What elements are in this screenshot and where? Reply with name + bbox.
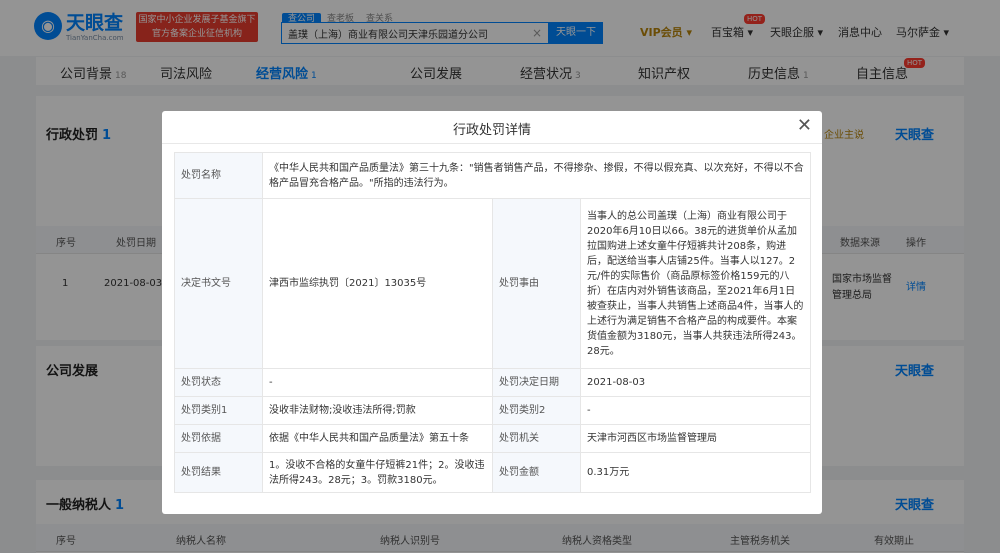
type2-value: - xyxy=(579,396,812,425)
type2-label: 处罚类别2 xyxy=(492,396,581,425)
penalty-name-value: 《中华人民共和国产品质量法》第三十九条："销售者销售产品，不得掺杂、掺假，不得以… xyxy=(261,152,812,199)
close-icon[interactable]: ✕ xyxy=(797,117,812,135)
authority-label: 处罚机关 xyxy=(492,424,581,453)
reason-value: 当事人的总公司盖璞（上海）商业有限公司于2020年6月10日以66。38元的进货… xyxy=(579,198,812,369)
decision-date-value: 2021-08-03 xyxy=(579,368,812,397)
doc-no-value: 津西市监综执罚〔2021〕13035号 xyxy=(262,198,493,369)
table-row: 处罚名称 《中华人民共和国产品质量法》第三十九条："销售者销售产品，不得掺杂、掺… xyxy=(174,152,812,199)
amount-value: 0.31万元 xyxy=(579,452,812,493)
decision-date-label: 处罚决定日期 xyxy=(492,368,581,397)
basis-value: 依据《中华人民共和国产品质量法》第五十条 xyxy=(262,424,493,453)
reason-label: 处罚事由 xyxy=(492,198,581,369)
modal-divider xyxy=(162,143,822,144)
modal-title: 行政处罚详情 xyxy=(452,123,531,138)
table-row: 处罚状态 - 处罚决定日期 2021-08-03 xyxy=(174,368,812,397)
result-label: 处罚结果 xyxy=(174,452,263,493)
status-value: - xyxy=(262,368,493,397)
penalty-name-label: 处罚名称 xyxy=(174,152,263,199)
penalty-detail-table: 处罚名称 《中华人民共和国产品质量法》第三十九条："销售者销售产品，不得掺杂、掺… xyxy=(174,152,812,493)
table-row: 处罚结果 1。没收不合格的女童牛仔短裤21件；2。没收违法所得243。28元；3… xyxy=(174,452,812,493)
penalty-detail-modal: 行政处罚详情 ✕ 处罚名称 《中华人民共和国产品质量法》第三十九条："销售者销售… xyxy=(162,111,822,514)
table-row: 决定书文号 津西市监综执罚〔2021〕13035号 处罚事由 当事人的总公司盖璞… xyxy=(174,198,812,369)
table-row: 处罚依据 依据《中华人民共和国产品质量法》第五十条 处罚机关 天津市河西区市场监… xyxy=(174,424,812,453)
status-label: 处罚状态 xyxy=(174,368,263,397)
amount-label: 处罚金额 xyxy=(492,452,581,493)
type1-label: 处罚类别1 xyxy=(174,396,263,425)
type1-value: 没收非法财物;没收违法所得;罚款 xyxy=(262,396,493,425)
basis-label: 处罚依据 xyxy=(174,424,263,453)
doc-no-label: 决定书文号 xyxy=(174,198,263,369)
result-value: 1。没收不合格的女童牛仔短裤21件；2。没收违法所得243。28元；3。罚款31… xyxy=(262,452,493,493)
authority-value: 天津市河西区市场监督管理局 xyxy=(579,424,812,453)
table-row: 处罚类别1 没收非法财物;没收违法所得;罚款 处罚类别2 - xyxy=(174,396,812,425)
